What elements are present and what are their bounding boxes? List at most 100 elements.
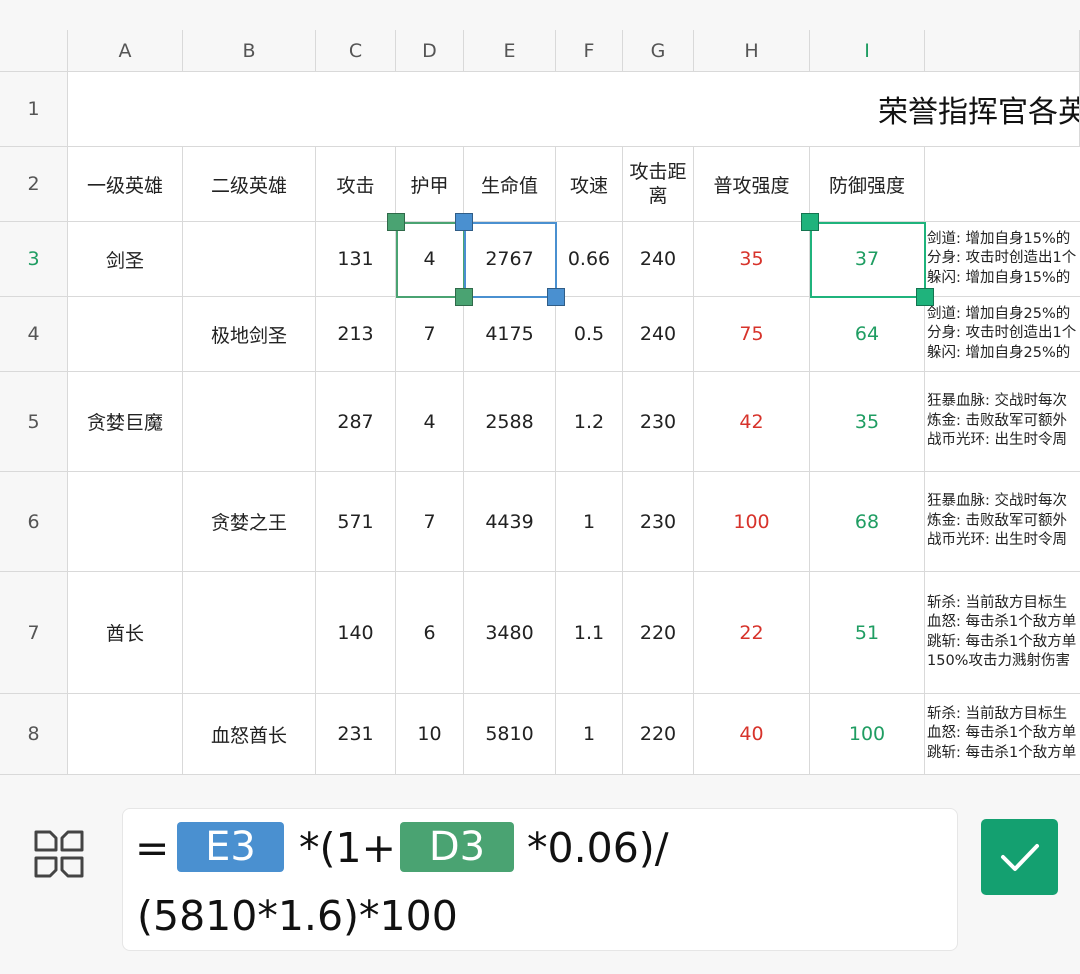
- cell-a8[interactable]: [68, 694, 183, 775]
- cell-i3[interactable]: 37: [810, 222, 925, 297]
- row-header-4[interactable]: 4: [0, 297, 68, 372]
- cell-e7[interactable]: 3480: [464, 572, 556, 694]
- header-cell-g[interactable]: 攻击距离: [623, 147, 694, 222]
- cell-d4[interactable]: 7: [396, 297, 464, 372]
- formula-input[interactable]: = E3 *(1+ D3 *0.06)/ (5810*1.6)*100: [122, 808, 958, 951]
- cell-e5[interactable]: 2588: [464, 372, 556, 472]
- row-header-2[interactable]: 2: [0, 147, 68, 222]
- formula-ref-d3[interactable]: D3: [400, 822, 514, 872]
- cell-b3[interactable]: [183, 222, 316, 297]
- cell-h8[interactable]: 40: [694, 694, 810, 775]
- cell-e8[interactable]: 5810: [464, 694, 556, 775]
- cell-d5[interactable]: 4: [396, 372, 464, 472]
- cell-e6[interactable]: 4439: [464, 472, 556, 572]
- header-cell-e[interactable]: 生命值: [464, 147, 556, 222]
- cell-f4[interactable]: 0.5: [556, 297, 623, 372]
- cell-i6[interactable]: 68: [810, 472, 925, 572]
- cell-g7[interactable]: 220: [623, 572, 694, 694]
- cell-a7[interactable]: 酋长: [68, 572, 183, 694]
- cell-g6[interactable]: 230: [623, 472, 694, 572]
- header-cell-d[interactable]: 护甲: [396, 147, 464, 222]
- row-header-7[interactable]: 7: [0, 572, 68, 694]
- cell-c4[interactable]: 213: [316, 297, 396, 372]
- header-cell-c[interactable]: 攻击: [316, 147, 396, 222]
- cell-b6[interactable]: 贪婪之王: [183, 472, 316, 572]
- column-header-i[interactable]: I: [810, 30, 925, 72]
- cell-f3[interactable]: 0.66: [556, 222, 623, 297]
- range-handle-d3-top[interactable]: [387, 213, 405, 231]
- cell-c5[interactable]: 287: [316, 372, 396, 472]
- cell-f5[interactable]: 1.2: [556, 372, 623, 472]
- cell-g3[interactable]: 240: [623, 222, 694, 297]
- column-header-e[interactable]: E: [464, 30, 556, 72]
- cell-h7[interactable]: 22: [694, 572, 810, 694]
- cell-f6[interactable]: 1: [556, 472, 623, 572]
- function-panel-icon[interactable]: [32, 828, 88, 884]
- cell-d6[interactable]: 7: [396, 472, 464, 572]
- cell-j4[interactable]: 剑道: 增加自身25%的 分身: 攻击时创造出1个 躲闪: 增加自身25%的: [925, 297, 1080, 372]
- cell-a3[interactable]: 剑圣: [68, 222, 183, 297]
- cell-i4[interactable]: 64: [810, 297, 925, 372]
- cell-c8[interactable]: 231: [316, 694, 396, 775]
- cell-h4[interactable]: 75: [694, 297, 810, 372]
- row-header-8[interactable]: 8: [0, 694, 68, 775]
- cell-b4[interactable]: 极地剑圣: [183, 297, 316, 372]
- cell-g8[interactable]: 220: [623, 694, 694, 775]
- sheet-title[interactable]: 荣誉指挥官各英雄属性: [68, 72, 1080, 147]
- column-header-j[interactable]: [925, 30, 1080, 72]
- cell-d3[interactable]: 4: [396, 222, 464, 297]
- column-header-c[interactable]: C: [316, 30, 396, 72]
- cell-a5[interactable]: 贪婪巨魔: [68, 372, 183, 472]
- cell-j3[interactable]: 剑道: 增加自身15%的 分身: 攻击时创造出1个 躲闪: 增加自身15%的: [925, 222, 1080, 297]
- column-header-a[interactable]: A: [68, 30, 183, 72]
- header-cell-i[interactable]: 防御强度: [810, 147, 925, 222]
- row-header-6[interactable]: 6: [0, 472, 68, 572]
- formula-ref-e3[interactable]: E3: [177, 822, 284, 872]
- column-header-h[interactable]: H: [694, 30, 810, 72]
- row-header-1[interactable]: 1: [0, 72, 68, 147]
- header-cell-b[interactable]: 二级英雄: [183, 147, 316, 222]
- header-cell-f[interactable]: 攻速: [556, 147, 623, 222]
- cell-g5[interactable]: 230: [623, 372, 694, 472]
- header-cell-h[interactable]: 普攻强度: [694, 147, 810, 222]
- cell-b5[interactable]: [183, 372, 316, 472]
- cell-e4[interactable]: 4175: [464, 297, 556, 372]
- cell-j7[interactable]: 斩杀: 当前敌方目标生 血怒: 每击杀1个敌方单 跳斩: 每击杀1个敌方单 150%攻…: [925, 572, 1080, 694]
- spreadsheet-grid[interactable]: ABCDEFGHI12345678荣誉指挥官各英雄属性一级英雄二级英雄攻击护甲生…: [0, 30, 1080, 775]
- cell-g4[interactable]: 240: [623, 297, 694, 372]
- cell-j6[interactable]: 狂暴血脉: 交战时每次 炼金: 击败敌军可额外 战币光环: 出生时令周: [925, 472, 1080, 572]
- cell-h5[interactable]: 42: [694, 372, 810, 472]
- cell-f8[interactable]: 1: [556, 694, 623, 775]
- column-header-g[interactable]: G: [623, 30, 694, 72]
- header-cell-a[interactable]: 一级英雄: [68, 147, 183, 222]
- cell-b7[interactable]: [183, 572, 316, 694]
- cell-e3[interactable]: 2767: [464, 222, 556, 297]
- range-handle-d3-bottom[interactable]: [455, 288, 473, 306]
- cell-c3[interactable]: 131: [316, 222, 396, 297]
- cell-b8[interactable]: 血怒酋长: [183, 694, 316, 775]
- column-header-b[interactable]: B: [183, 30, 316, 72]
- selection-handle-bottom[interactable]: [916, 288, 934, 306]
- row-header-5[interactable]: 5: [0, 372, 68, 472]
- cell-i5[interactable]: 35: [810, 372, 925, 472]
- cell-a6[interactable]: [68, 472, 183, 572]
- cell-i8[interactable]: 100: [810, 694, 925, 775]
- range-handle-e3-top[interactable]: [455, 213, 473, 231]
- selection-handle-top[interactable]: [801, 213, 819, 231]
- cell-a4[interactable]: [68, 297, 183, 372]
- range-handle-e3-bottom[interactable]: [547, 288, 565, 306]
- cell-d7[interactable]: 6: [396, 572, 464, 694]
- cell-c6[interactable]: 571: [316, 472, 396, 572]
- cell-h6[interactable]: 100: [694, 472, 810, 572]
- cell-h3[interactable]: 35: [694, 222, 810, 297]
- cell-f7[interactable]: 1.1: [556, 572, 623, 694]
- select-all-corner[interactable]: [0, 30, 68, 72]
- header-cell-j[interactable]: [925, 147, 1080, 222]
- column-header-d[interactable]: D: [396, 30, 464, 72]
- cell-j8[interactable]: 斩杀: 当前敌方目标生 血怒: 每击杀1个敌方单 跳斩: 每击杀1个敌方单: [925, 694, 1080, 775]
- cell-j5[interactable]: 狂暴血脉: 交战时每次 炼金: 击败敌军可额外 战币光环: 出生时令周: [925, 372, 1080, 472]
- cell-d8[interactable]: 10: [396, 694, 464, 775]
- cell-i7[interactable]: 51: [810, 572, 925, 694]
- row-header-3[interactable]: 3: [0, 222, 68, 297]
- cell-c7[interactable]: 140: [316, 572, 396, 694]
